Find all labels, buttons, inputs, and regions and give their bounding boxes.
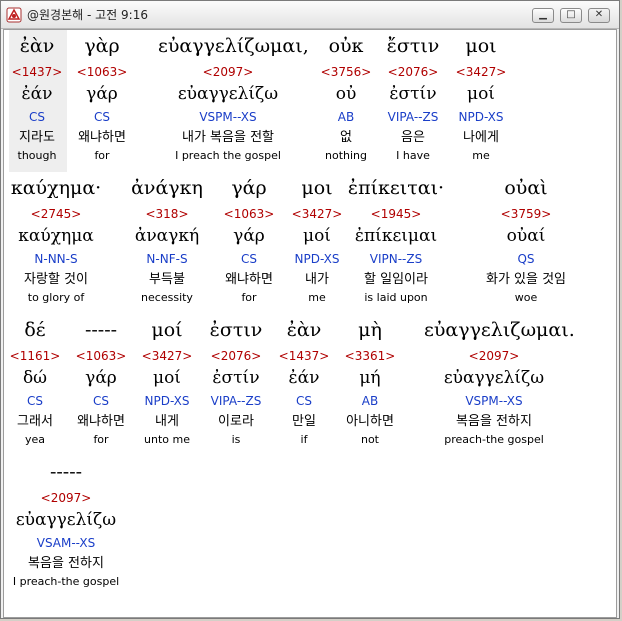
word-korean: 나에게 [463,130,499,145]
title-bar[interactable]: @원경본해 - 고전 9:16 ▁ □ ✕ [1,1,619,29]
word-column[interactable]: μοι <3427> μοί NPD-XS 나에게 me [411,30,551,164]
word-greek: εὐαγγελιζωμαι. [424,319,575,341]
word-english: for [94,149,110,162]
window-title: @원경본해 - 고전 9:16 [27,8,148,22]
word-morph: NPD-XS [458,110,504,124]
word-column[interactable]: μὴ <3361> μή AB 아니하면 not [300,314,440,448]
word-english: I preach-the gospel [12,575,120,588]
word-korean: 왜냐하면 [78,130,126,145]
word-lemma: γάρ [86,84,118,104]
close-button[interactable]: ✕ [588,8,610,23]
word-column[interactable]: γὰρ <1063> γάρ CS 왜냐하면 for [32,30,172,164]
word-greek: ----- [49,461,83,483]
word-strong: <3759> [500,207,552,221]
word-morph: QS [517,252,535,266]
app-logo-icon [6,7,22,23]
word-strong: <2097> [468,349,520,363]
word-column[interactable]: ----- <2097> εὐαγγελίζω VSAM--XS 복음을 전하지 I pr… [4,456,136,590]
word-lemma: εὐαγγελίζω [443,368,545,388]
word-strong: <3361> [344,349,396,363]
word-lemma: ἐπίκειμαι [354,226,438,246]
word-korean: 화가 있을 것임 [485,272,567,287]
word-greek: οὐαὶ [504,177,548,199]
word-column[interactable]: ἐπίκειται· <1945> ἐπίκειμαι VIPN--ZS 할 일임이라 i… [326,172,466,306]
word-morph: VIPN--ZS [369,252,423,266]
word-korean: 할 일임이라 [364,272,428,287]
word-strong: <1063> [76,65,128,79]
word-greek: ἐπίκειται· [347,177,445,199]
word-greek: μοι [465,35,497,57]
maximize-button[interactable]: □ [560,8,582,23]
word-greek: μὴ [358,319,382,341]
word-morph: VSPM--XS [465,394,523,408]
word-english: is laid upon [364,291,428,304]
word-english: me [472,149,490,162]
word-morph: CS [94,110,110,124]
app-window: @원경본해 - 고전 9:16 ▁ □ ✕ ἐὰν <1437> ἐάν CS 지라도 t… [0,0,620,619]
word-lemma: μή [359,368,381,388]
word-strong: <2097> [40,491,92,505]
word-strong: <1945> [370,207,422,221]
word-lemma: μοί [467,84,495,104]
minimize-button[interactable]: ▁ [532,8,554,23]
word-column[interactable]: οὐαὶ <3759> οὐαί QS 화가 있을 것임 woe [456,172,596,306]
word-korean: 복음을 전하지 [456,414,532,429]
interlinear-view[interactable]: ἐὰν <1437> ἐάν CS 지라도 though γὰρ <1063> γάρ CS 왜냐하… [3,29,617,618]
word-morph: VSAM--XS [36,536,96,550]
word-greek: γὰρ [84,35,120,57]
word-lemma: εὐαγγελίζω [15,510,117,530]
word-english: woe [514,291,538,304]
word-morph: AB [361,394,379,408]
word-column[interactable]: εὐαγγελιζωμαι. <2097> εὐαγγελίζω VSPM--XS 복음… [424,314,575,448]
word-english: preach-the gospel [444,433,544,446]
word-english: not [360,433,379,446]
word-korean: 아니하면 [346,414,394,429]
word-lemma: οὐαί [506,226,546,246]
word-strong: <3427> [455,65,507,79]
word-korean: 복음을 전하지 [28,556,104,571]
